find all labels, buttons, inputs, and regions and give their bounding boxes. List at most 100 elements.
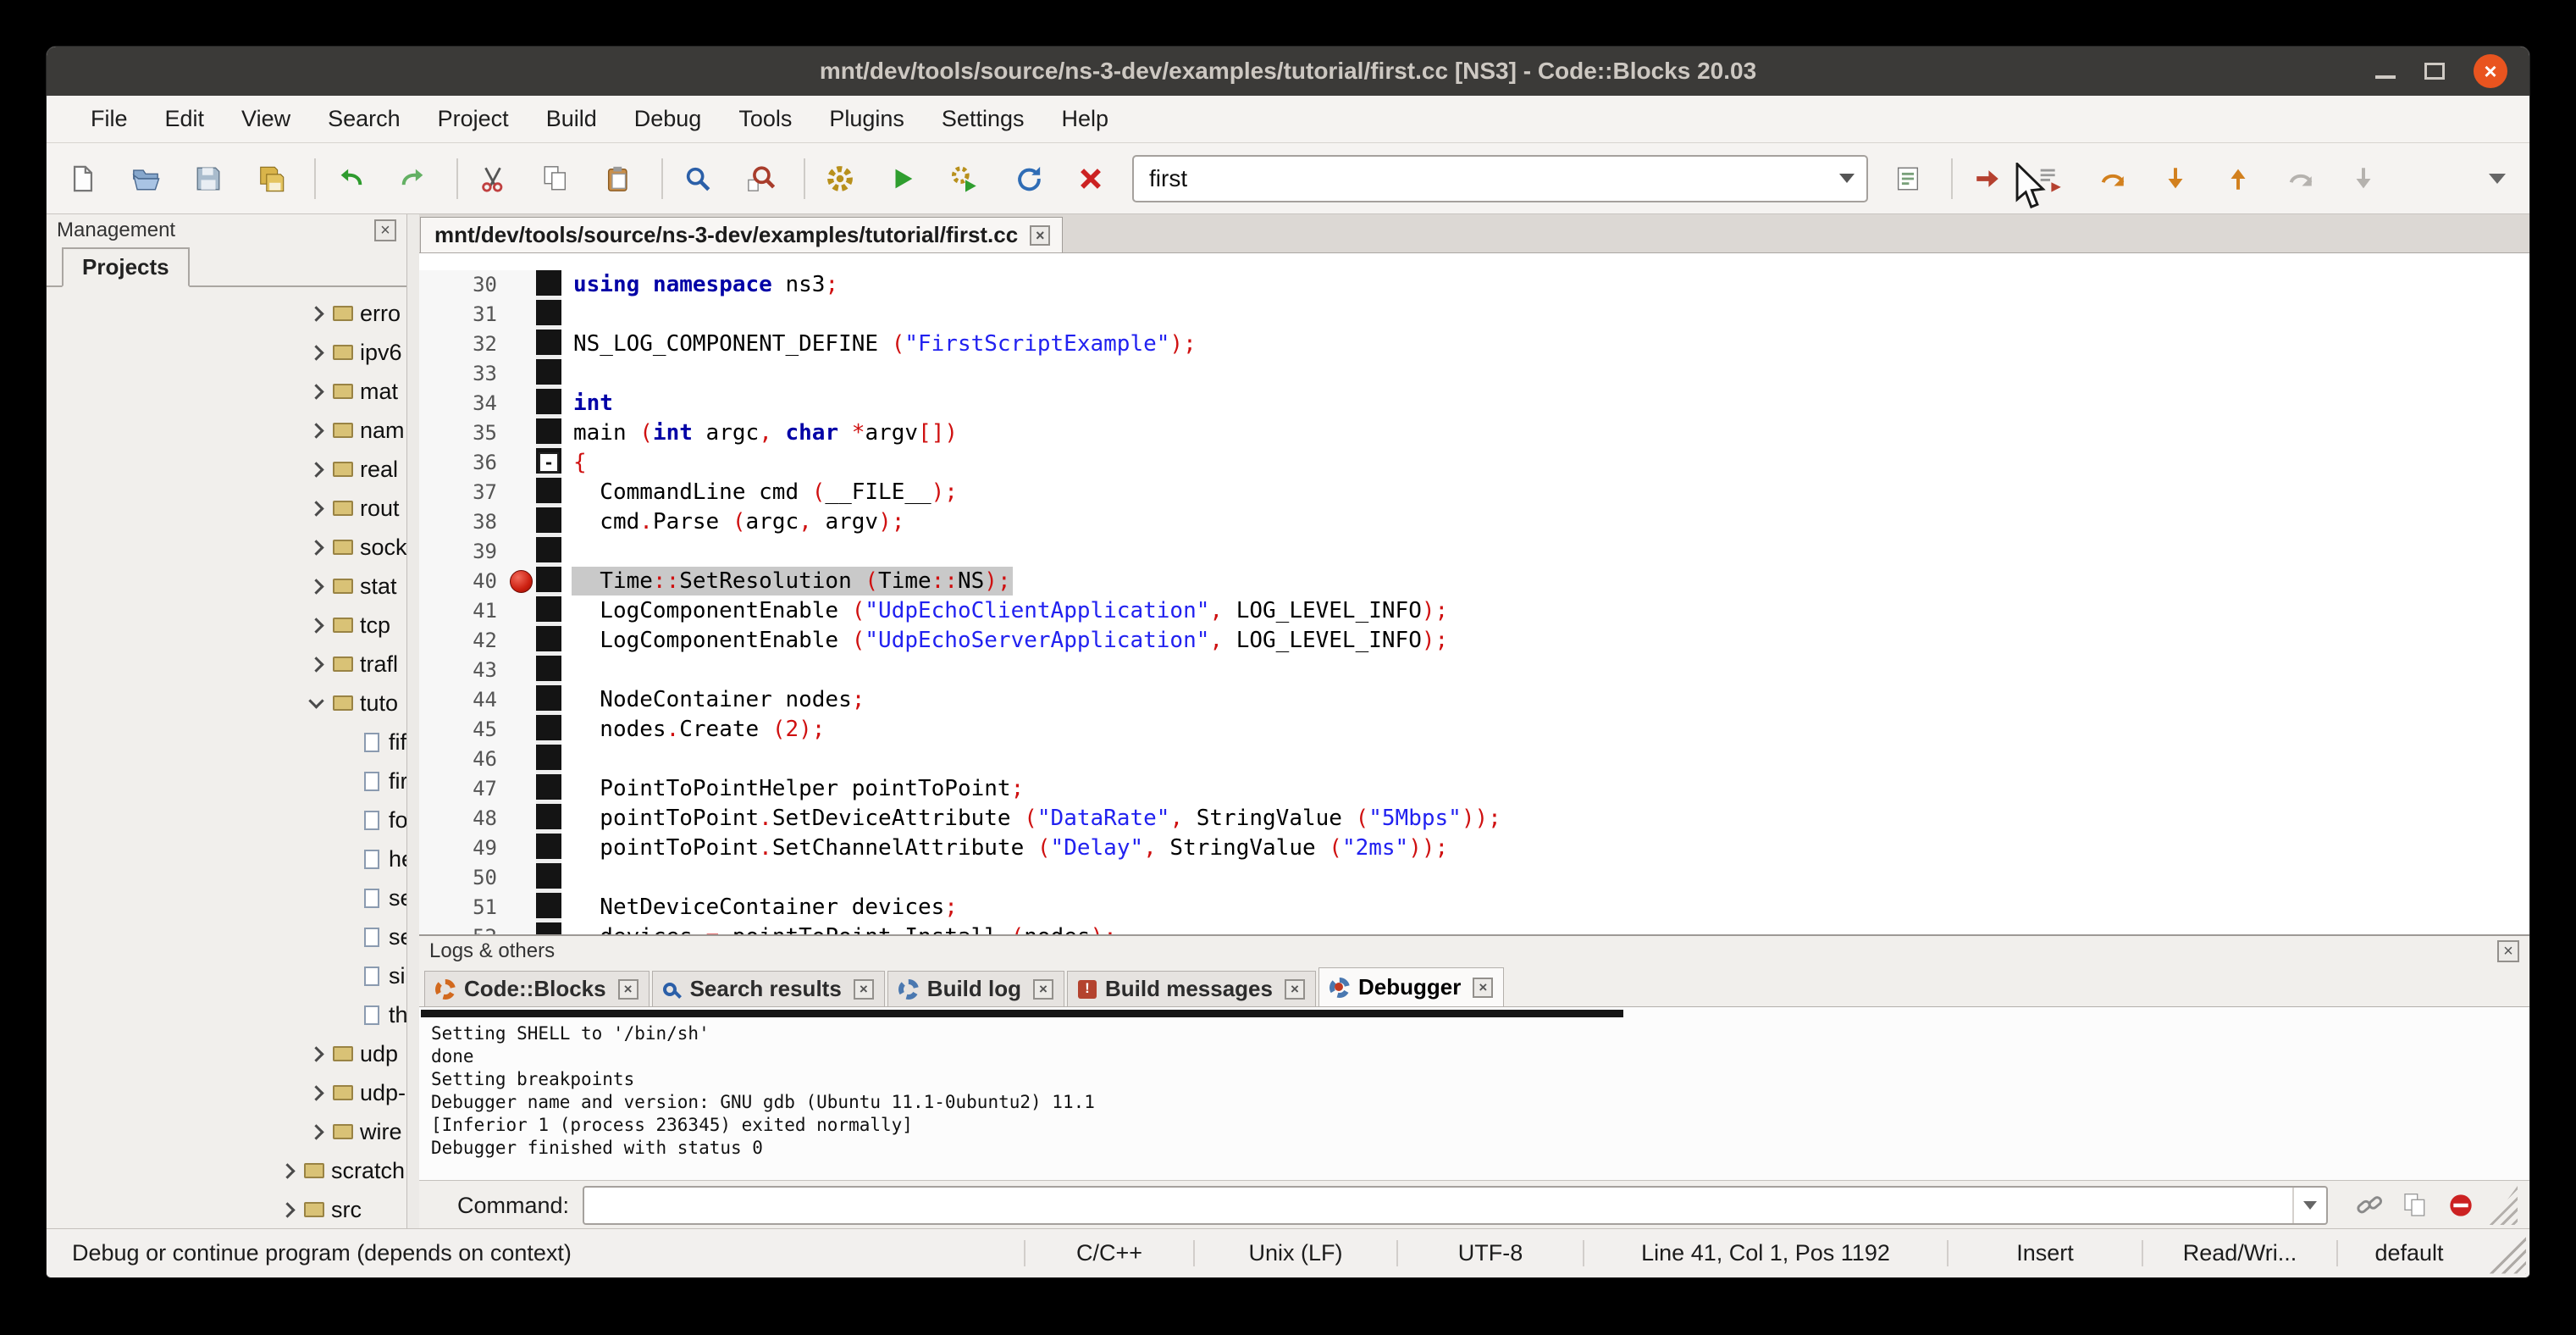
- new-file-button[interactable]: [62, 158, 104, 200]
- tab-close-icon[interactable]: ×: [1033, 979, 1053, 1000]
- tree-item[interactable]: se: [47, 878, 406, 917]
- save-button[interactable]: [187, 158, 229, 200]
- expander-icon[interactable]: [306, 302, 329, 325]
- fold-margin[interactable]: [536, 774, 561, 804]
- build-options-button[interactable]: [1887, 158, 1929, 200]
- expander-icon[interactable]: [334, 925, 358, 949]
- expander-icon[interactable]: [277, 1198, 301, 1221]
- tree-item[interactable]: erro: [47, 294, 406, 333]
- fold-margin[interactable]: [536, 507, 561, 537]
- expander-icon[interactable]: [306, 1120, 329, 1144]
- logs-tab[interactable]: Code::Blocks ×: [424, 971, 650, 1006]
- fold-margin[interactable]: [536, 804, 561, 834]
- breakpoint-margin[interactable]: [507, 774, 536, 804]
- tree-item[interactable]: fir: [47, 762, 406, 800]
- editor-tab[interactable]: mnt/dev/tools/source/ns-3-dev/examples/t…: [420, 217, 1063, 252]
- tab-projects[interactable]: Projects: [62, 247, 190, 287]
- menu-item[interactable]: Tools: [720, 96, 810, 142]
- step-out-button[interactable]: [2217, 158, 2259, 200]
- close-button[interactable]: ×: [2474, 54, 2507, 88]
- logs-tab[interactable]: Build log ×: [887, 971, 1064, 1006]
- chevron-down-icon[interactable]: [1839, 174, 1855, 183]
- breakpoint-margin[interactable]: [507, 893, 536, 922]
- fold-margin[interactable]: [536, 418, 561, 448]
- breakpoint-margin[interactable]: [507, 300, 536, 330]
- expander-icon[interactable]: [334, 808, 358, 832]
- tree-item[interactable]: nam: [47, 411, 406, 450]
- tree-item[interactable]: se: [47, 917, 406, 956]
- expander-icon[interactable]: [306, 1042, 329, 1066]
- build-button[interactable]: [819, 158, 861, 200]
- fold-margin[interactable]: [536, 567, 561, 596]
- breakpoint-margin[interactable]: [507, 656, 536, 685]
- fold-margin[interactable]: -: [536, 448, 561, 478]
- breakpoint-margin[interactable]: [507, 478, 536, 507]
- menu-item[interactable]: Project: [419, 96, 528, 142]
- undo-button[interactable]: [329, 158, 372, 200]
- debugger-output-wrap[interactable]: Setting SHELL to '/bin/sh'doneSetting br…: [419, 1007, 2529, 1181]
- expander-icon[interactable]: [306, 535, 329, 559]
- breakpoint-margin[interactable]: [507, 567, 536, 596]
- panel-resize-grip[interactable]: [2489, 1186, 2518, 1225]
- step-into-button[interactable]: [2154, 158, 2197, 200]
- breakpoint-margin[interactable]: [507, 626, 536, 656]
- tree-item[interactable]: stat: [47, 567, 406, 606]
- tree-item[interactable]: th: [47, 995, 406, 1034]
- next-instruction-button[interactable]: [2280, 158, 2322, 200]
- run-button[interactable]: [882, 158, 924, 200]
- fold-margin[interactable]: [536, 863, 561, 893]
- menu-item[interactable]: Help: [1042, 96, 1127, 142]
- menu-item[interactable]: Plugins: [810, 96, 923, 142]
- find-button[interactable]: [677, 158, 719, 200]
- attach-link-button[interactable]: [2350, 1186, 2389, 1225]
- menu-item[interactable]: Search: [309, 96, 419, 142]
- breakpoint-margin[interactable]: [507, 270, 536, 300]
- resize-grip[interactable]: [2485, 1233, 2526, 1274]
- fold-margin[interactable]: [536, 596, 561, 626]
- breakpoint-margin[interactable]: [507, 863, 536, 893]
- expander-icon[interactable]: [306, 418, 329, 442]
- fold-margin[interactable]: [536, 537, 561, 567]
- menu-item[interactable]: Edit: [146, 96, 224, 142]
- expander-icon[interactable]: [306, 496, 329, 520]
- tree-item[interactable]: scratch: [47, 1151, 406, 1190]
- tree-item[interactable]: src: [47, 1190, 406, 1228]
- tree-item[interactable]: rout: [47, 489, 406, 528]
- expander-icon[interactable]: [334, 964, 358, 988]
- fold-toggle-icon[interactable]: -: [539, 452, 559, 473]
- breakpoint-margin[interactable]: [507, 330, 536, 359]
- fold-margin[interactable]: [536, 330, 561, 359]
- title-bar[interactable]: mnt/dev/tools/source/ns-3-dev/examples/t…: [47, 47, 2529, 96]
- build-and-run-button[interactable]: [944, 158, 987, 200]
- menu-item[interactable]: View: [223, 96, 309, 142]
- expander-icon[interactable]: [334, 847, 358, 871]
- expander-icon[interactable]: [306, 341, 329, 364]
- open-file-button[interactable]: [124, 158, 167, 200]
- expander-icon[interactable]: [306, 652, 329, 676]
- rebuild-button[interactable]: [1007, 158, 1049, 200]
- tree-item[interactable]: si: [47, 956, 406, 995]
- fold-margin[interactable]: [536, 389, 561, 418]
- tree-item[interactable]: trafl: [47, 645, 406, 684]
- logs-tab[interactable]: Search results ×: [652, 971, 885, 1006]
- breakpoint-margin[interactable]: [507, 745, 536, 774]
- tree-item[interactable]: real: [47, 450, 406, 489]
- debug-continue-button[interactable]: [1966, 158, 2009, 200]
- breakpoint-margin[interactable]: [507, 359, 536, 389]
- fold-margin[interactable]: [536, 478, 561, 507]
- breakpoint-margin[interactable]: [507, 922, 536, 934]
- menu-item[interactable]: File: [72, 96, 146, 142]
- tab-close-icon[interactable]: ×: [1473, 978, 1493, 998]
- find-in-files-button[interactable]: [739, 158, 782, 200]
- tree-item[interactable]: mat: [47, 372, 406, 411]
- fold-margin[interactable]: [536, 715, 561, 745]
- logs-close-icon[interactable]: ×: [2497, 940, 2519, 962]
- breakpoint-marker[interactable]: [510, 570, 533, 593]
- logs-tab[interactable]: Debugger ×: [1318, 967, 1504, 1006]
- tab-close-icon[interactable]: ×: [1030, 225, 1050, 246]
- cut-button[interactable]: [472, 158, 514, 200]
- menu-item[interactable]: Settings: [923, 96, 1043, 142]
- chevron-down-icon[interactable]: [2292, 1188, 2326, 1223]
- tab-close-icon[interactable]: ×: [854, 979, 874, 1000]
- copy-log-button[interactable]: [2396, 1186, 2435, 1225]
